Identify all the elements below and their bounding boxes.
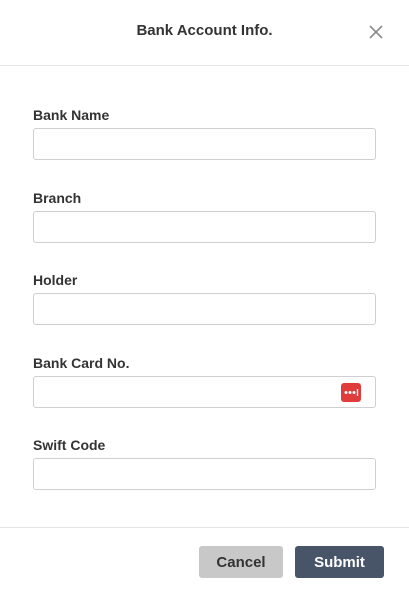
bank-name-input[interactable] [33, 128, 376, 160]
close-icon [369, 25, 383, 39]
bank-card-no-label: Bank Card No. [33, 355, 130, 371]
bank-name-label: Bank Name [33, 107, 110, 123]
modal-title: Bank Account Info. [136, 22, 273, 39]
bank-card-no-input[interactable] [33, 376, 376, 408]
swift-code-group: Swift Code [33, 436, 376, 492]
password-manager-icon[interactable] [341, 383, 361, 402]
holder-group: Holder [33, 271, 376, 327]
branch-input[interactable] [33, 211, 376, 243]
holder-label: Holder [33, 272, 78, 288]
swift-code-input[interactable] [33, 458, 376, 490]
submit-button[interactable]: Submit [295, 546, 384, 578]
branch-label: Branch [33, 190, 82, 206]
cancel-button[interactable]: Cancel [199, 546, 283, 578]
branch-group: Branch [33, 189, 376, 245]
bank-name-group: Bank Name [33, 106, 376, 162]
modal-header: Bank Account Info. [0, 0, 409, 66]
swift-code-label: Swift Code [33, 437, 106, 453]
modal-footer: Cancel Submit [0, 527, 409, 596]
holder-input[interactable] [33, 293, 376, 325]
bank-account-modal: Bank Account Info. Bank Name Branch Hold… [0, 0, 409, 596]
close-button[interactable] [366, 22, 386, 42]
bank-card-no-group: Bank Card No. [33, 354, 376, 410]
